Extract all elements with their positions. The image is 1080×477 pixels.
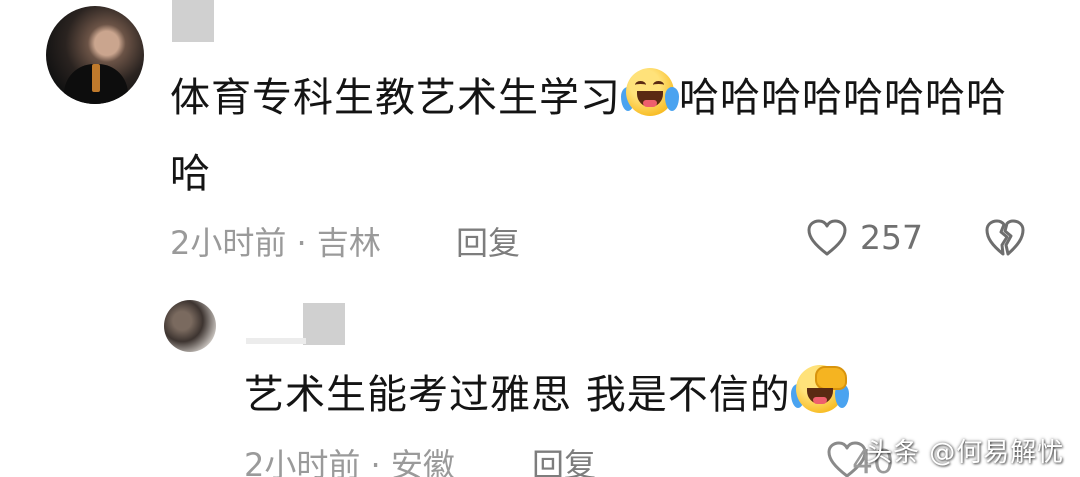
watermark: 头条 @何易解忧 [866, 438, 1065, 468]
reply-avatar[interactable] [164, 300, 216, 352]
comment-text-part2: 哈哈哈哈哈哈哈哈 [679, 75, 1007, 121]
meta-separator: · [370, 446, 381, 477]
comment-time: 2小时前 [170, 224, 287, 262]
reply-username-fragment [246, 338, 306, 344]
reply-meta: 2小时前 · 安徽 [244, 440, 455, 477]
reply-text-part1: 艺术生能考过雅思 我是不信的 [244, 372, 791, 418]
reply-button[interactable]: 回复 [456, 218, 520, 264]
heart-icon[interactable] [806, 218, 848, 258]
reply-location: 安徽 [390, 446, 455, 477]
like-count: 257 [860, 218, 923, 257]
comment-location: 吉林 [316, 224, 381, 262]
reply-reply-button[interactable]: 回复 [532, 440, 596, 477]
broken-heart-icon[interactable] [984, 218, 1026, 258]
reply-comment-text: 艺术生能考过雅思 我是不信的 [244, 357, 849, 433]
reply-username-redacted[interactable] [303, 303, 345, 345]
comment-thread: 体育专科生教艺术生学习 哈哈哈哈哈哈哈哈 哈 2小时前 · 吉林 回复 257 艺… [0, 0, 1080, 477]
reply-time: 2小时前 [244, 446, 361, 477]
laughing-crying-emoji-icon [790, 362, 849, 416]
comment-text: 体育专科生教艺术生学习 哈哈哈哈哈哈哈哈 [170, 60, 1007, 136]
avatar[interactable] [46, 6, 144, 104]
comment-text-line2: 哈 [170, 151, 211, 197]
comment-text-part1: 体育专科生教艺术生学习 [170, 75, 621, 121]
username-redacted[interactable] [172, 0, 214, 42]
laughing-crying-emoji-icon [621, 65, 679, 119]
comment-meta: 2小时前 · 吉林 [170, 218, 381, 264]
meta-separator: · [296, 224, 307, 262]
